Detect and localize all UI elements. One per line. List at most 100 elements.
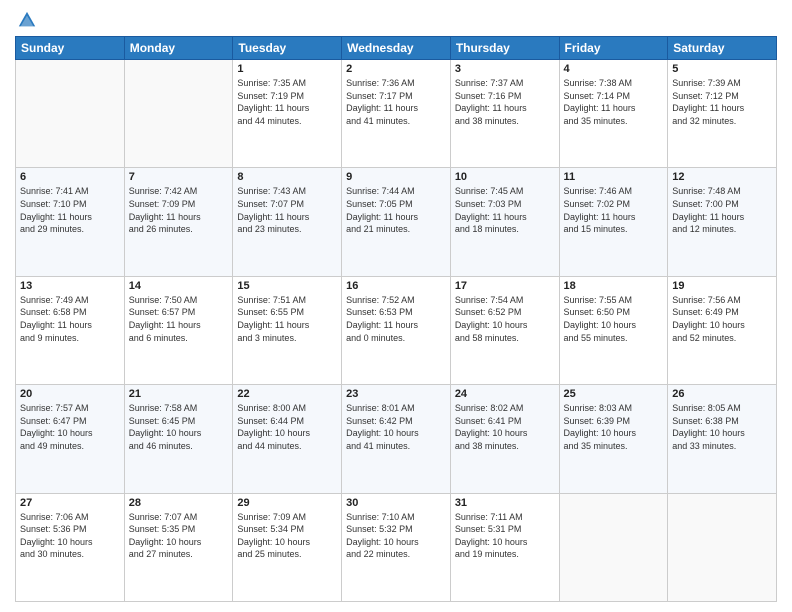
logo [15, 10, 39, 30]
day-number: 4 [564, 63, 664, 75]
calendar-cell: 7Sunrise: 7:42 AM Sunset: 7:09 PM Daylig… [124, 168, 233, 276]
header [15, 10, 777, 30]
day-info: Sunrise: 8:01 AM Sunset: 6:42 PM Dayligh… [346, 402, 446, 452]
day-number: 10 [455, 171, 555, 183]
day-info: Sunrise: 7:37 AM Sunset: 7:16 PM Dayligh… [455, 77, 555, 127]
day-number: 31 [455, 497, 555, 509]
day-number: 20 [20, 388, 120, 400]
calendar-cell: 14Sunrise: 7:50 AM Sunset: 6:57 PM Dayli… [124, 276, 233, 384]
calendar-cell: 4 Sunrise: 7:38 AM Sunset: 7:14 PM Daylig… [559, 60, 668, 168]
calendar-cell: 12 Sunrise: 7:48 AM Sunset: 7:00 PM Dayli… [668, 168, 777, 276]
calendar-cell [16, 60, 125, 168]
calendar-cell: 5 Sunrise: 7:39 AM Sunset: 7:12 PM Daylig… [668, 60, 777, 168]
day-number: 24 [455, 388, 555, 400]
calendar-cell: 9 Sunrise: 7:44 AM Sunset: 7:05 PM Daylig… [342, 168, 451, 276]
day-info: Sunrise: 7:58 AM Sunset: 6:45 PM Dayligh… [129, 402, 229, 452]
day-number: 30 [346, 497, 446, 509]
calendar-cell [668, 493, 777, 601]
day-info: Sunrise: 7:41 AM Sunset: 7:10 PM Dayligh… [20, 185, 120, 235]
calendar-cell: 15 Sunrise: 7:51 AM Sunset: 6:55 PM Dayli… [233, 276, 342, 384]
calendar-cell: 10 Sunrise: 7:45 AM Sunset: 7:03 PM Dayli… [450, 168, 559, 276]
calendar-cell: 2 Sunrise: 7:36 AM Sunset: 7:17 PM Daylig… [342, 60, 451, 168]
day-number: 15 [237, 280, 337, 292]
day-number: 14 [129, 280, 229, 292]
calendar-cell: 28Sunrise: 7:07 AM Sunset: 5:35 PM Dayli… [124, 493, 233, 601]
day-info: Sunrise: 7:39 AM Sunset: 7:12 PM Dayligh… [672, 77, 772, 127]
calendar-cell: 30Sunrise: 7:10 AM Sunset: 5:32 PM Dayli… [342, 493, 451, 601]
day-info: Sunrise: 7:36 AM Sunset: 7:17 PM Dayligh… [346, 77, 446, 127]
calendar-cell: 31 Sunrise: 7:11 AM Sunset: 5:31 PM Dayli… [450, 493, 559, 601]
calendar-cell [124, 60, 233, 168]
day-number: 17 [455, 280, 555, 292]
day-number: 18 [564, 280, 664, 292]
day-info: Sunrise: 7:46 AM Sunset: 7:02 PM Dayligh… [564, 185, 664, 235]
day-number: 9 [346, 171, 446, 183]
day-info: Sunrise: 8:00 AM Sunset: 6:44 PM Dayligh… [237, 402, 337, 452]
calendar-day-header: Monday [124, 37, 233, 60]
day-info: Sunrise: 7:54 AM Sunset: 6:52 PM Dayligh… [455, 294, 555, 344]
calendar-day-header: Wednesday [342, 37, 451, 60]
day-number: 25 [564, 388, 664, 400]
day-number: 5 [672, 63, 772, 75]
day-info: Sunrise: 7:38 AM Sunset: 7:14 PM Dayligh… [564, 77, 664, 127]
day-info: Sunrise: 8:02 AM Sunset: 6:41 PM Dayligh… [455, 402, 555, 452]
calendar-header-row: SundayMondayTuesdayWednesdayThursdayFrid… [16, 37, 777, 60]
calendar-day-header: Friday [559, 37, 668, 60]
day-number: 2 [346, 63, 446, 75]
day-number: 22 [237, 388, 337, 400]
day-info: Sunrise: 7:06 AM Sunset: 5:36 PM Dayligh… [20, 511, 120, 561]
calendar-week-row: 13 Sunrise: 7:49 AM Sunset: 6:58 PM Dayli… [16, 276, 777, 384]
calendar-cell: 16Sunrise: 7:52 AM Sunset: 6:53 PM Dayli… [342, 276, 451, 384]
calendar-cell: 1Sunrise: 7:35 AM Sunset: 7:19 PM Daylig… [233, 60, 342, 168]
day-info: Sunrise: 7:57 AM Sunset: 6:47 PM Dayligh… [20, 402, 120, 452]
day-number: 28 [129, 497, 229, 509]
day-number: 11 [564, 171, 664, 183]
day-number: 27 [20, 497, 120, 509]
day-info: Sunrise: 7:55 AM Sunset: 6:50 PM Dayligh… [564, 294, 664, 344]
day-info: Sunrise: 7:44 AM Sunset: 7:05 PM Dayligh… [346, 185, 446, 235]
day-info: Sunrise: 7:48 AM Sunset: 7:00 PM Dayligh… [672, 185, 772, 235]
day-info: Sunrise: 7:11 AM Sunset: 5:31 PM Dayligh… [455, 511, 555, 561]
day-number: 29 [237, 497, 337, 509]
calendar-day-header: Thursday [450, 37, 559, 60]
day-number: 26 [672, 388, 772, 400]
day-number: 21 [129, 388, 229, 400]
calendar-week-row: 6 Sunrise: 7:41 AM Sunset: 7:10 PM Daylig… [16, 168, 777, 276]
page: SundayMondayTuesdayWednesdayThursdayFrid… [0, 0, 792, 612]
day-info: Sunrise: 8:05 AM Sunset: 6:38 PM Dayligh… [672, 402, 772, 452]
day-info: Sunrise: 7:35 AM Sunset: 7:19 PM Dayligh… [237, 77, 337, 127]
day-number: 8 [237, 171, 337, 183]
day-info: Sunrise: 7:56 AM Sunset: 6:49 PM Dayligh… [672, 294, 772, 344]
day-info: Sunrise: 7:43 AM Sunset: 7:07 PM Dayligh… [237, 185, 337, 235]
day-info: Sunrise: 7:45 AM Sunset: 7:03 PM Dayligh… [455, 185, 555, 235]
calendar-cell [559, 493, 668, 601]
day-info: Sunrise: 7:49 AM Sunset: 6:58 PM Dayligh… [20, 294, 120, 344]
calendar-day-header: Sunday [16, 37, 125, 60]
calendar-cell: 8 Sunrise: 7:43 AM Sunset: 7:07 PM Daylig… [233, 168, 342, 276]
day-number: 6 [20, 171, 120, 183]
calendar-cell: 6 Sunrise: 7:41 AM Sunset: 7:10 PM Daylig… [16, 168, 125, 276]
calendar-day-header: Saturday [668, 37, 777, 60]
day-info: Sunrise: 7:51 AM Sunset: 6:55 PM Dayligh… [237, 294, 337, 344]
day-number: 19 [672, 280, 772, 292]
calendar-cell: 23 Sunrise: 8:01 AM Sunset: 6:42 PM Dayli… [342, 385, 451, 493]
day-number: 3 [455, 63, 555, 75]
day-info: Sunrise: 7:52 AM Sunset: 6:53 PM Dayligh… [346, 294, 446, 344]
calendar-cell: 11 Sunrise: 7:46 AM Sunset: 7:02 PM Dayli… [559, 168, 668, 276]
calendar-cell: 3 Sunrise: 7:37 AM Sunset: 7:16 PM Daylig… [450, 60, 559, 168]
day-number: 23 [346, 388, 446, 400]
calendar-cell: 22 Sunrise: 8:00 AM Sunset: 6:44 PM Dayli… [233, 385, 342, 493]
logo-icon [17, 10, 37, 30]
calendar-cell: 21 Sunrise: 7:58 AM Sunset: 6:45 PM Dayli… [124, 385, 233, 493]
calendar-cell: 24 Sunrise: 8:02 AM Sunset: 6:41 PM Dayli… [450, 385, 559, 493]
calendar-cell: 26 Sunrise: 8:05 AM Sunset: 6:38 PM Dayli… [668, 385, 777, 493]
calendar-table: SundayMondayTuesdayWednesdayThursdayFrid… [15, 36, 777, 602]
calendar-cell: 18 Sunrise: 7:55 AM Sunset: 6:50 PM Dayli… [559, 276, 668, 384]
calendar-cell: 29Sunrise: 7:09 AM Sunset: 5:34 PM Dayli… [233, 493, 342, 601]
calendar-cell: 27 Sunrise: 7:06 AM Sunset: 5:36 PM Dayli… [16, 493, 125, 601]
day-number: 12 [672, 171, 772, 183]
day-number: 13 [20, 280, 120, 292]
calendar-cell: 17 Sunrise: 7:54 AM Sunset: 6:52 PM Dayli… [450, 276, 559, 384]
calendar-cell: 19 Sunrise: 7:56 AM Sunset: 6:49 PM Dayli… [668, 276, 777, 384]
day-info: Sunrise: 7:42 AM Sunset: 7:09 PM Dayligh… [129, 185, 229, 235]
